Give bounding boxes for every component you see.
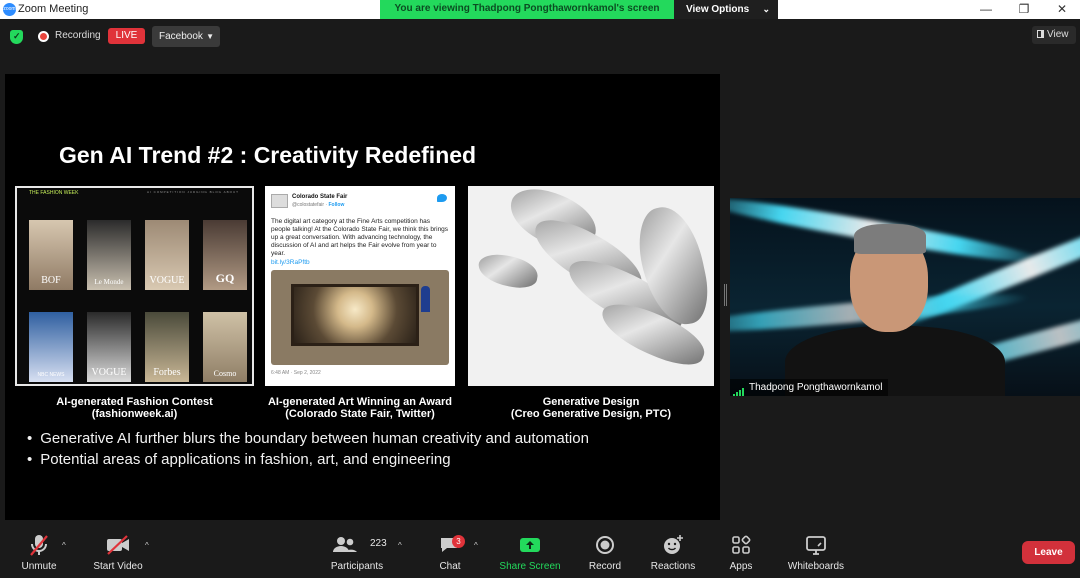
window-title: Zoom Meeting xyxy=(18,3,89,15)
fashion-contest-image: THE FASHION WEEK AI COMPETITION JUDGING … xyxy=(15,186,254,386)
fashion-thumb: Le Monde xyxy=(87,220,131,290)
tweet-handle: @colostatefair · Follow xyxy=(292,202,345,208)
viewing-banner: You are viewing Thadpong Pongthawornkamo… xyxy=(380,0,778,19)
record-icon xyxy=(586,533,624,557)
meeting-toolbar: Unmute ^ Start Video ^ 223 Participants … xyxy=(0,523,1080,578)
tweet-image: Colorado State Fair @colostatefair · Fol… xyxy=(265,186,455,386)
account-avatar xyxy=(271,194,288,208)
chat-unread-badge: 3 xyxy=(452,535,465,548)
participant-cap xyxy=(854,224,926,254)
tweet-body: The digital art category at the Fine Art… xyxy=(271,218,449,257)
fashion-thumb: BOF xyxy=(29,220,73,290)
caret-down-icon: ▼ xyxy=(206,32,214,41)
whiteboard-icon xyxy=(784,533,848,557)
award-ribbon-icon xyxy=(421,286,430,312)
whiteboards-button[interactable]: Whiteboards xyxy=(784,533,848,572)
bullet-item: Potential areas of applications in fashi… xyxy=(27,451,450,468)
apps-button[interactable]: Apps xyxy=(724,533,758,572)
fashion-thumb: NBC NEWS xyxy=(29,312,73,382)
caption-design: Generative Design (Creo Generative Design… xyxy=(510,396,672,420)
chat-caret[interactable]: ^ xyxy=(474,541,478,550)
recording-icon xyxy=(38,31,49,42)
participant-name: Thadpong Pongthawornkamol xyxy=(749,382,883,393)
view-options-label: View Options xyxy=(686,4,750,15)
bullet-item: Generative AI further blurs the boundary… xyxy=(27,430,589,447)
tweet-header: Colorado State Fair @colostatefair · Fol… xyxy=(271,192,449,212)
signal-bars-icon xyxy=(733,380,745,396)
viewing-text: You are viewing Thadpong Pongthawornkamo… xyxy=(394,3,660,14)
panel-resize-handle[interactable] xyxy=(724,284,727,306)
participants-icon: 223 xyxy=(328,533,387,557)
artwork-frame xyxy=(291,284,419,346)
stream-target-button[interactable]: Facebook ▼ xyxy=(152,26,220,47)
tweet-account: Colorado State Fair xyxy=(292,194,348,200)
minimize-button[interactable]: — xyxy=(968,0,1004,19)
live-badge: LIVE xyxy=(108,28,145,44)
fashion-thumb: Cosmo xyxy=(203,312,247,382)
layout-view-icon xyxy=(1037,30,1044,38)
fashion-thumb: Forbes xyxy=(145,312,189,382)
participant-name-tag: Thadpong Pongthawornkamol xyxy=(730,379,889,396)
fashion-thumb: VOGUE xyxy=(145,220,189,290)
chat-bubble-icon: 3 xyxy=(432,533,468,557)
view-label: View xyxy=(1047,29,1069,40)
caption-fashion: AI-generated Fashion Contest (fashionweek… xyxy=(56,396,213,420)
generative-design-image xyxy=(468,186,714,386)
reactions-smiley-icon xyxy=(648,533,698,557)
fashionweek-logo: THE FASHION WEEK xyxy=(29,190,79,196)
share-screen-button[interactable]: Share Screen xyxy=(498,533,562,572)
audio-options-caret[interactable]: ^ xyxy=(62,541,66,550)
record-button[interactable]: Record xyxy=(586,533,624,572)
participant-video[interactable]: Thadpong Pongthawornkamol xyxy=(730,198,1080,396)
video-options-caret[interactable]: ^ xyxy=(145,541,149,550)
shared-screen: Gen AI Trend #2 : Creativity Redefined T… xyxy=(5,74,720,520)
fashion-thumb: VOGUE xyxy=(87,312,131,382)
fashion-thumb: GQ xyxy=(203,220,247,290)
participants-caret[interactable]: ^ xyxy=(398,541,402,550)
fashionweek-nav: AI COMPETITION JUDGING BLOG ABOUT xyxy=(147,190,240,194)
video-camera-off-icon xyxy=(90,533,146,557)
chevron-down-icon: ⌄ xyxy=(762,4,770,14)
leave-button[interactable]: Leave xyxy=(1022,541,1075,564)
twitter-bird-icon xyxy=(437,194,447,202)
start-video-button[interactable]: Start Video xyxy=(90,533,146,572)
microphone-muted-icon xyxy=(18,533,60,557)
share-screen-icon xyxy=(498,533,562,557)
apps-icon xyxy=(724,533,758,557)
participant-count: 223 xyxy=(370,538,387,549)
close-button[interactable]: ✕ xyxy=(1044,0,1080,19)
tweet-link: bit.ly/3RaPftb xyxy=(271,259,310,266)
unmute-button[interactable]: Unmute xyxy=(18,533,60,572)
zoom-logo-icon: zoom xyxy=(3,3,16,16)
caption-art: AI-generated Art Winning an Award (Colora… xyxy=(267,396,453,420)
view-button[interactable]: View xyxy=(1032,26,1076,44)
slide-title: Gen AI Trend #2 : Creativity Redefined xyxy=(59,142,477,168)
restore-button[interactable]: ❐ xyxy=(1006,0,1042,19)
recording-label: Recording xyxy=(55,30,101,41)
security-shield-icon[interactable]: ✓ xyxy=(10,30,23,44)
reactions-button[interactable]: Reactions xyxy=(648,533,698,572)
artwork-photo xyxy=(271,270,449,365)
tweet-time: 6:48 AM · Sep 2, 2022 xyxy=(271,370,321,376)
chat-button[interactable]: 3 Chat xyxy=(432,533,468,572)
stream-target-label: Facebook xyxy=(159,31,203,42)
view-options-button[interactable]: View Options ⌄ xyxy=(674,0,778,19)
participants-button[interactable]: 223 Participants xyxy=(328,533,387,572)
